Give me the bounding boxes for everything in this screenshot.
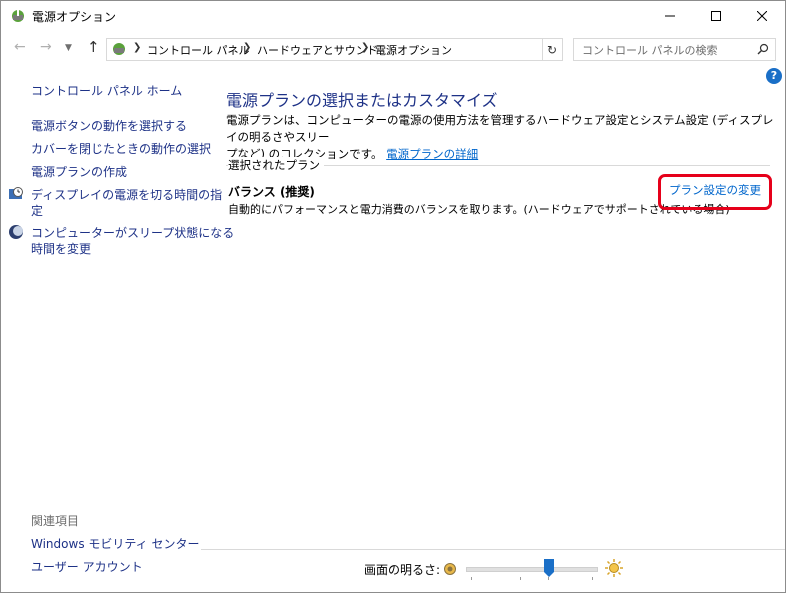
brightness-slider-track[interactable] bbox=[466, 567, 598, 572]
mobility-center-link[interactable]: Windows モビリティ センター bbox=[31, 535, 199, 552]
search-placeholder: コントロール パネルの検索 bbox=[582, 44, 718, 57]
minimize-button[interactable] bbox=[647, 1, 693, 31]
slider-tick bbox=[592, 577, 593, 580]
control-panel-icon bbox=[113, 43, 125, 55]
close-button[interactable] bbox=[739, 1, 785, 31]
dim-brightness-icon bbox=[444, 563, 456, 575]
search-icon[interactable] bbox=[757, 43, 769, 55]
breadcrumb-control-panel[interactable]: コントロール パネル bbox=[147, 42, 250, 58]
slider-tick bbox=[548, 577, 549, 580]
refresh-button[interactable]: ↻ bbox=[542, 38, 563, 61]
lid-close-action-link[interactable]: カバーを閉じたときの動作の選択 bbox=[31, 140, 211, 157]
title-bar: 電源オプション bbox=[1, 1, 785, 31]
refresh-icon: ↻ bbox=[546, 42, 558, 57]
forward-arrow-icon[interactable]: → bbox=[40, 39, 52, 55]
breadcrumb-power-options[interactable]: 電源オプション bbox=[375, 42, 452, 58]
display-off-time-link-line1[interactable]: ディスプレイの電源を切る時間の指 bbox=[31, 186, 222, 203]
display-off-time-link-line2[interactable]: 定 bbox=[31, 202, 43, 219]
page-title: 電源プランの選択またはカスタマイズ bbox=[226, 91, 498, 110]
user-accounts-link[interactable]: ユーザー アカウント bbox=[31, 558, 143, 575]
bright-brightness-icon bbox=[605, 559, 623, 577]
plan-name: バランス (推奨) bbox=[228, 185, 315, 199]
minimize-icon bbox=[665, 15, 675, 17]
recent-locations-chevron-icon[interactable]: ▼ bbox=[65, 43, 72, 53]
brightness-slider-thumb[interactable] bbox=[544, 559, 555, 577]
maximize-button[interactable] bbox=[693, 1, 739, 31]
close-icon bbox=[757, 11, 767, 21]
navigation-bar: ← → ▼ ↑ ❯ コントロール パネル ❯ ハードウェアとサウンド ❯ 電源オ… bbox=[1, 35, 785, 63]
page-description: 電源プランは、コンピューターの電源の使用方法を管理するハードウェア設定とシステム… bbox=[226, 112, 776, 163]
power-options-window: 電源オプション ← → ▼ ↑ ❯ コントロール パネル ❯ ハードウェアとサウ… bbox=[0, 0, 786, 593]
bottom-divider bbox=[201, 549, 785, 550]
highlight-annotation bbox=[658, 174, 772, 210]
related-items-heading: 関連項目 bbox=[31, 514, 80, 528]
power-options-icon bbox=[12, 10, 24, 22]
slider-tick bbox=[520, 577, 521, 580]
window-title: 電源オプション bbox=[32, 10, 117, 24]
display-clock-icon bbox=[9, 187, 23, 199]
help-icon[interactable]: ? bbox=[766, 68, 782, 84]
address-bar[interactable]: ❯ コントロール パネル ❯ ハードウェアとサウンド ❯ 電源オプション ⌄ bbox=[106, 38, 637, 61]
breadcrumb-separator-icon[interactable]: ❯ bbox=[361, 42, 369, 53]
brightness-label: 画面の明るさ: bbox=[364, 563, 441, 577]
create-power-plan-link[interactable]: 電源プランの作成 bbox=[31, 163, 127, 180]
sleep-time-link-line2[interactable]: 時間を変更 bbox=[31, 240, 91, 257]
breadcrumb-hardware-sound[interactable]: ハードウェアとサウンド bbox=[257, 42, 378, 58]
description-line1: 電源プランは、コンピューターの電源の使用方法を管理するハードウェア設定とシステム… bbox=[226, 113, 774, 144]
maximize-icon bbox=[711, 11, 721, 21]
control-panel-home-link[interactable]: コントロール パネル ホーム bbox=[31, 82, 182, 99]
breadcrumb-separator-icon[interactable]: ❯ bbox=[133, 42, 141, 53]
slider-tick bbox=[471, 577, 472, 580]
power-plan-details-link[interactable]: 電源プランの詳細 bbox=[386, 147, 478, 161]
back-arrow-icon[interactable]: ← bbox=[14, 39, 26, 55]
plan-description: 自動的にパフォーマンスと電力消費のバランスを取ります。(ハードウェアでサポートさ… bbox=[228, 203, 730, 216]
power-button-action-link[interactable]: 電源ボタンの動作を選択する bbox=[31, 117, 187, 134]
search-input[interactable]: コントロール パネルの検索 bbox=[573, 38, 776, 61]
sleep-time-link-line1[interactable]: コンピューターがスリープ状態になる bbox=[31, 224, 234, 241]
up-arrow-icon[interactable]: ↑ bbox=[87, 38, 100, 56]
selected-plan-heading: 選択されたプラン bbox=[228, 157, 324, 173]
breadcrumb-separator-icon[interactable]: ❯ bbox=[243, 42, 251, 53]
sleep-moon-icon bbox=[9, 225, 23, 239]
